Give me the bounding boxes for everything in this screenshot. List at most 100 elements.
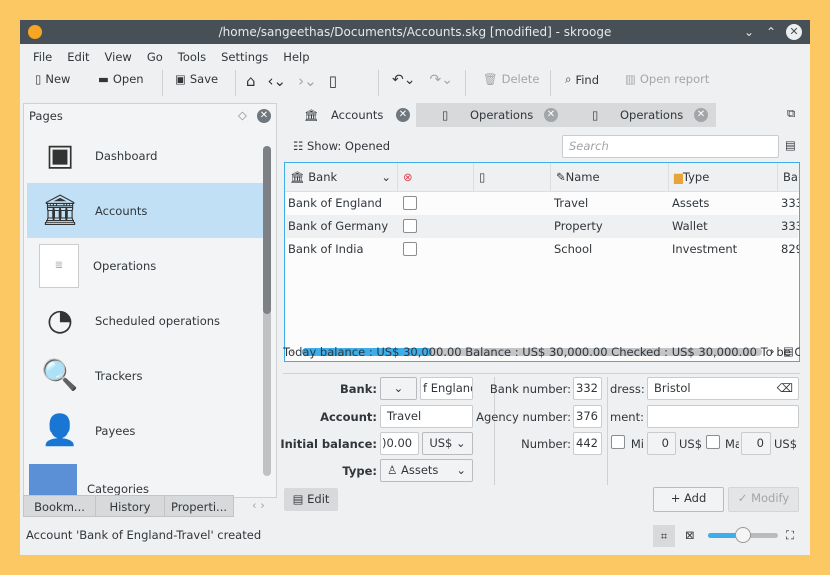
bookmark-icon[interactable]: ▯ xyxy=(329,72,337,90)
tab-bookmarks[interactable]: Bookm... xyxy=(23,495,96,517)
pages-scrollbar[interactable] xyxy=(263,146,271,476)
menu-settings[interactable]: Settings xyxy=(221,50,268,64)
agency-number-input[interactable]: 376 xyxy=(573,405,602,428)
header-type[interactable]: ▆Type xyxy=(669,163,778,191)
menu-tools[interactable]: Tools xyxy=(178,50,206,64)
header-bank-number[interactable]: Ba xyxy=(778,163,799,191)
bank-icon-dropdown[interactable]: ⌄ xyxy=(380,377,417,400)
closed-icon: ⊗ xyxy=(403,170,413,184)
redo-icon[interactable]: ↷⌄ xyxy=(429,72,452,88)
menu-help[interactable]: Help xyxy=(283,50,309,64)
find-button[interactable]: ⌕ Find xyxy=(565,72,599,87)
operations-icon: ▯ xyxy=(592,108,599,122)
close-tab-icon[interactable]: ✕ xyxy=(694,108,708,122)
comment-label: ment: xyxy=(610,410,644,424)
add-button[interactable]: + Add xyxy=(653,487,724,512)
type-icon: ▆ xyxy=(674,170,683,184)
header-bookmarked[interactable]: ▯ xyxy=(474,163,551,191)
sort-icon: ⌄ xyxy=(381,170,391,184)
table-row[interactable]: Bank of EnglandTravelAssets333 xyxy=(286,192,799,215)
bank-input[interactable]: f England xyxy=(420,377,473,400)
float-icon[interactable]: ◇ xyxy=(238,108,247,122)
search-icon: ⌕ xyxy=(565,72,572,86)
min-input[interactable]: 0 xyxy=(647,432,676,455)
menu-edit[interactable]: Edit xyxy=(67,50,89,64)
open-button[interactable]: ▬ Open xyxy=(98,72,144,86)
bank-icon: 🏛 xyxy=(304,108,319,122)
columns-icon[interactable]: ▤ xyxy=(785,138,796,152)
edit-button[interactable]: ▤ Edit xyxy=(284,488,338,511)
open-report-button[interactable]: ▥ Open report xyxy=(625,72,709,86)
menu-file[interactable]: File xyxy=(33,50,52,64)
menu-view[interactable]: View xyxy=(105,50,132,64)
fit-icon[interactable]: ⌗ xyxy=(653,525,675,547)
max-checkbox[interactable] xyxy=(706,435,720,449)
minimize-button[interactable]: ⌄ xyxy=(744,20,754,44)
forward-icon[interactable]: ›⌄ xyxy=(298,72,317,90)
header-name[interactable]: ✎Name xyxy=(551,163,669,191)
fullscreen-icon[interactable]: ⛶ xyxy=(786,528,794,543)
closed-checkbox[interactable] xyxy=(403,242,417,256)
new-button[interactable]: ▯ New xyxy=(35,72,70,86)
operations-icon: ≣ xyxy=(39,243,79,288)
page-operations[interactable]: ≣ Operations xyxy=(27,238,263,293)
page-categories[interactable]: Categories xyxy=(27,458,263,496)
table-row[interactable]: Bank of IndiaSchoolInvestment829 xyxy=(286,238,799,261)
zoom-slider[interactable] xyxy=(708,527,778,543)
divider xyxy=(378,70,379,96)
number-input[interactable]: 442 xyxy=(573,432,602,455)
modify-button[interactable]: ✓ Modify xyxy=(728,487,799,512)
report-icon: ▥ xyxy=(625,72,636,86)
search-input[interactable]: Search xyxy=(562,135,779,158)
delete-button[interactable]: 🗑 Delete xyxy=(483,72,539,86)
tab-operations-1[interactable]: ▯ Operations ✕ xyxy=(416,103,566,127)
tab-accounts[interactable]: 🏛 Accounts ✕ xyxy=(280,103,416,127)
bank-number-label: Bank number: xyxy=(489,382,571,396)
initial-balance-input[interactable]: )0.00 xyxy=(380,432,419,455)
close-tab-icon[interactable]: ✕ xyxy=(544,108,558,122)
tab-properties[interactable]: Properti... xyxy=(164,495,234,517)
divider xyxy=(465,70,466,96)
max-input[interactable]: 0 xyxy=(741,432,771,455)
tab-history[interactable]: History xyxy=(95,495,165,517)
menu-go[interactable]: Go xyxy=(147,50,163,64)
page-accounts[interactable]: 🏛 Accounts xyxy=(27,183,263,238)
min-currency: US$ xyxy=(679,437,703,451)
clear-icon[interactable]: ⌫ xyxy=(777,378,793,399)
zoom-reset-icon[interactable]: ⊠ xyxy=(685,528,695,542)
close-tab-icon[interactable]: ✕ xyxy=(396,108,410,122)
comment-input[interactable] xyxy=(647,405,799,428)
page-payees[interactable]: 👤 Payees xyxy=(27,403,263,458)
header-bank[interactable]: 🏛 Bank ⌄ xyxy=(285,163,398,191)
window-title: /home/sangeethas/Documents/Accounts.skg … xyxy=(218,25,612,39)
close-icon[interactable]: ✕ xyxy=(257,109,271,123)
divider xyxy=(162,70,163,96)
closed-checkbox[interactable] xyxy=(403,196,417,210)
tab-scroll-arrows[interactable]: ‹ › xyxy=(252,498,265,512)
header-closed[interactable]: ⊗ xyxy=(398,163,474,191)
close-button[interactable]: ✕ xyxy=(786,24,802,40)
page-trackers[interactable]: 🔍 Trackers xyxy=(27,348,263,403)
table-row[interactable]: Bank of GermanyPropertyWallet333 xyxy=(286,215,799,238)
page-scheduled-operations[interactable]: ◔ Scheduled operations xyxy=(27,293,263,348)
new-tab-icon[interactable]: ⧉ xyxy=(787,106,795,121)
maximize-button[interactable]: ⌃ xyxy=(766,20,776,44)
app-window: /home/sangeethas/Documents/Accounts.skg … xyxy=(20,20,810,555)
bank-number-input[interactable]: 332 xyxy=(573,377,602,400)
page-dashboard[interactable]: ▣ Dashboard xyxy=(27,128,263,183)
save-icon: ▣ xyxy=(175,72,186,86)
magnifier-icon: 🔍 xyxy=(41,358,79,393)
home-icon[interactable]: ⌂ xyxy=(246,72,256,90)
back-icon[interactable]: ‹⌄ xyxy=(268,72,287,90)
save-button[interactable]: ▣ Save xyxy=(175,72,218,86)
tab-operations-2[interactable]: ▯ Operations ✕ xyxy=(566,103,716,127)
account-input[interactable]: Travel xyxy=(380,405,473,428)
currency-dropdown[interactable]: US$ ⌄ xyxy=(422,432,473,455)
undo-icon[interactable]: ↶⌄ xyxy=(392,72,415,88)
address-input[interactable]: Bristol ⌫ xyxy=(647,377,799,400)
type-dropdown[interactable]: ♙ Assets ⌄ xyxy=(380,459,473,482)
show-filter[interactable]: ☷ Show: Opened xyxy=(293,139,390,153)
closed-checkbox[interactable] xyxy=(403,219,417,233)
operations-icon: ▯ xyxy=(442,108,449,122)
min-checkbox[interactable] xyxy=(611,435,625,449)
